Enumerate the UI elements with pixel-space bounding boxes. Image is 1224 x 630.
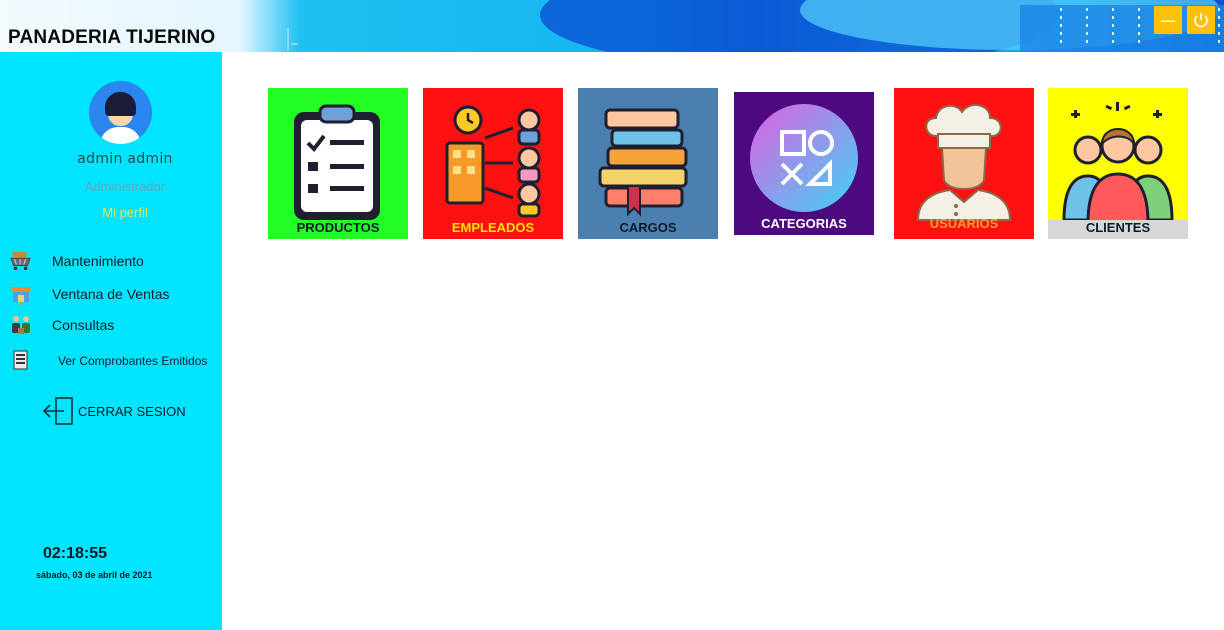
- header-decoration: [1060, 8, 1062, 48]
- tile-categorias[interactable]: CATEGORIAS: [734, 88, 874, 239]
- tile-label: USUARIOS: [929, 216, 999, 231]
- books-stack-icon: [598, 108, 688, 217]
- header-decoration: [287, 28, 289, 50]
- user-name: admin admin: [77, 151, 173, 167]
- sidebar-item-label: Consultas: [52, 317, 115, 333]
- app-title: PANADERIA TIJERINO: [8, 27, 216, 48]
- header-decoration: [1086, 8, 1088, 48]
- logout-label: CERRAR SESION: [78, 403, 186, 419]
- sidebar-item-label: Ventana de Ventas: [52, 286, 170, 302]
- logout-button[interactable]: CERRAR SESION: [42, 396, 186, 426]
- logout-icon: [42, 397, 73, 425]
- sidebar-item-mantenimiento[interactable]: Mantenimiento: [10, 248, 144, 274]
- tile-empleados[interactable]: EMPLEADOS: [423, 88, 563, 239]
- sidebar-item-label: Mantenimiento: [52, 253, 144, 269]
- receipt-icon: [13, 350, 28, 370]
- header-decoration: [1112, 8, 1114, 48]
- people-icon: [12, 316, 30, 334]
- tile-productos[interactable]: PRODUCTOS: [268, 88, 408, 239]
- tile-label: EMPLEADOS: [451, 220, 535, 235]
- minimize-button[interactable]: —: [1154, 6, 1182, 34]
- tile-usuarios[interactable]: USUARIOS: [894, 88, 1034, 239]
- tile-cargos[interactable]: CARGOS: [578, 88, 718, 239]
- sidebar-item-comprobantes[interactable]: Ver Comprobantes Emitidos: [10, 348, 207, 374]
- tile-label: CLIENTES: [1085, 220, 1151, 235]
- tile-label: CARGOS: [619, 220, 677, 235]
- clock-time: 02:18:55: [43, 545, 108, 562]
- title-bar: PANADERIA TIJERINO —: [0, 0, 1224, 52]
- profile-link[interactable]: Mi perfil: [0, 205, 250, 220]
- avatar: [89, 81, 152, 144]
- sidebar-item-ventas[interactable]: Ventana de Ventas: [10, 281, 170, 307]
- store-icon: [11, 287, 31, 305]
- sidebar-item-label: Ver Comprobantes Emitidos: [58, 354, 208, 368]
- clock-date: sábado, 03 de abril de 2021: [36, 570, 153, 580]
- header-decoration: [1138, 8, 1140, 48]
- sidebar: admin admin Administrador Mi perfil Mant…: [0, 52, 222, 630]
- power-button[interactable]: [1187, 6, 1215, 34]
- header-decoration: [1218, 8, 1220, 48]
- minimize-icon: —: [1161, 12, 1175, 28]
- tile-clientes[interactable]: CLIENTES: [1048, 88, 1188, 239]
- clipboard-checklist-icon: [294, 104, 380, 220]
- workflow-people-icon: [445, 105, 541, 218]
- tile-label: PRODUCTOS: [296, 220, 380, 235]
- group-people-icon: [1048, 102, 1188, 239]
- tile-label: CATEGORIAS: [761, 216, 847, 231]
- header-decoration: [291, 43, 298, 45]
- cart-icon: [10, 251, 31, 271]
- user-role: Administrador: [84, 179, 166, 194]
- sidebar-item-consultas[interactable]: Consultas: [10, 312, 114, 338]
- power-icon: [1194, 13, 1208, 28]
